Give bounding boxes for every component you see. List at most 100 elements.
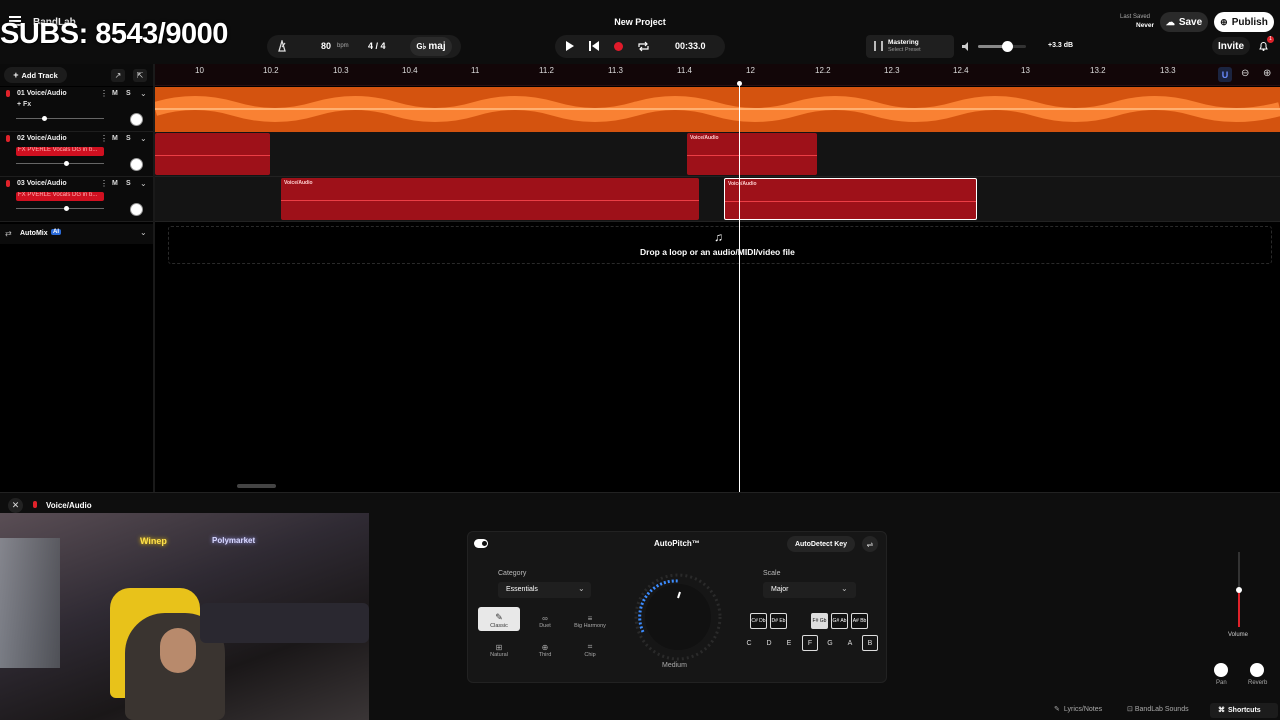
snap-grid-icon[interactable]: ⇱ bbox=[133, 69, 147, 82]
project-title[interactable]: New Project bbox=[600, 17, 680, 27]
track-lane-2[interactable]: Voice/Audio bbox=[155, 132, 1280, 177]
key-c-sharp[interactable]: C# Db bbox=[750, 613, 767, 629]
track-volume-slider[interactable] bbox=[16, 163, 104, 164]
style-duet[interactable]: ∞ Duet bbox=[524, 607, 566, 631]
loop-icon[interactable] bbox=[638, 41, 649, 52]
solo-button[interactable]: S bbox=[126, 135, 131, 142]
playhead[interactable] bbox=[739, 82, 740, 492]
track-volume-handle[interactable] bbox=[42, 116, 47, 121]
autodetect-key-button[interactable]: AutoDetect Key bbox=[787, 536, 855, 552]
track-volume-slider[interactable] bbox=[16, 118, 104, 119]
category-select[interactable]: Essentials ⌄ bbox=[498, 582, 591, 598]
reverb-label: Reverb bbox=[1248, 680, 1268, 686]
mute-button[interactable]: M bbox=[112, 90, 118, 97]
track-name[interactable]: 02 Voice/Audio bbox=[17, 135, 67, 142]
pan-knob[interactable] bbox=[130, 158, 143, 171]
track-volume-slider[interactable] bbox=[16, 208, 104, 209]
mastering-button[interactable]: Mastering Select Preset bbox=[866, 35, 954, 58]
key-f[interactable]: F bbox=[802, 635, 818, 651]
lyrics-notes-button[interactable]: ✎ Lyrics/Notes bbox=[1054, 705, 1102, 713]
ruler-tick: 12.2 bbox=[815, 66, 831, 75]
track-name[interactable]: 03 Voice/Audio bbox=[17, 180, 67, 187]
drop-zone[interactable]: ♫ Drop a loop or an audio/MIDI/video fil… bbox=[168, 226, 1272, 264]
solo-button[interactable]: S bbox=[126, 180, 131, 187]
key-c[interactable]: C bbox=[741, 635, 757, 651]
key-b[interactable]: B bbox=[862, 635, 878, 651]
metronome-icon[interactable] bbox=[277, 40, 287, 52]
volume-fader-handle[interactable] bbox=[1236, 587, 1242, 593]
bandlab-sounds-button[interactable]: ⊡ BandLab Sounds bbox=[1127, 705, 1189, 713]
style-natural[interactable]: ⊞ Natural bbox=[478, 636, 520, 660]
tempo-group: 80 bpm 4 / 4 G♭ maj bbox=[267, 35, 461, 58]
selected-audio-clip[interactable]: Voice/Audio bbox=[724, 178, 977, 220]
audio-clip[interactable]: Voice/Audio bbox=[281, 178, 699, 220]
automation-icon[interactable]: ↗ bbox=[111, 69, 125, 82]
audio-clip[interactable] bbox=[155, 133, 270, 175]
solo-button[interactable]: S bbox=[126, 90, 131, 97]
key-g[interactable]: G bbox=[822, 635, 838, 651]
preset-tag[interactable]: FX PVERLE Vocals DG in b... bbox=[16, 192, 104, 201]
style-big-harmony[interactable]: ≡ Big Harmony bbox=[569, 607, 611, 631]
key-d[interactable]: D bbox=[761, 635, 777, 651]
mute-button[interactable]: M bbox=[112, 135, 118, 142]
master-volume-handle[interactable] bbox=[1001, 41, 1013, 52]
preset-tag[interactable]: FX PVERLE Vocals DG in b... bbox=[16, 147, 104, 156]
chevron-down-icon[interactable]: ⌄ bbox=[140, 134, 147, 143]
more-icon[interactable]: ⋮ bbox=[100, 134, 108, 143]
more-icon[interactable]: ⋮ bbox=[100, 89, 108, 98]
chevron-down-icon[interactable]: ⌄ bbox=[140, 89, 147, 98]
pan-knob[interactable] bbox=[1214, 663, 1228, 677]
reverb-knob[interactable] bbox=[1250, 663, 1264, 677]
publish-button[interactable]: ⊕ Publish bbox=[1214, 12, 1274, 32]
playhead-handle[interactable] bbox=[737, 81, 742, 86]
fx-button[interactable]: + Fx bbox=[17, 101, 31, 108]
track-volume-handle[interactable] bbox=[64, 206, 69, 211]
key-a-sharp[interactable]: A# Bb bbox=[851, 613, 868, 629]
close-icon[interactable]: ✕ bbox=[8, 498, 23, 513]
key-a[interactable]: A bbox=[842, 635, 858, 651]
timeline-ruler[interactable]: 10 10.2 10.3 10.4 11 11.2 11.3 11.4 12 1… bbox=[155, 64, 1280, 86]
zoom-in-icon[interactable]: ⊕ bbox=[1263, 68, 1271, 79]
style-chip[interactable]: ⌗ Chip bbox=[569, 636, 611, 660]
audio-clip[interactable]: Voice/Audio bbox=[687, 133, 817, 175]
track-header-2[interactable]: 02 Voice/Audio ⋮ M S ⌄ FX PVERLE Vocals … bbox=[0, 132, 153, 177]
track-name[interactable]: 01 Voice/Audio bbox=[17, 90, 67, 97]
key-g-sharp[interactable]: G# Ab bbox=[831, 613, 848, 629]
magnet-icon[interactable]: U bbox=[1218, 67, 1232, 82]
pan-knob[interactable] bbox=[130, 203, 143, 216]
last-saved-label: Last Saved bbox=[1120, 14, 1151, 20]
shortcuts-button[interactable]: ⌘ Shortcuts bbox=[1210, 703, 1278, 718]
play-icon[interactable] bbox=[565, 40, 575, 52]
skip-back-icon[interactable] bbox=[589, 41, 599, 51]
track-header-3[interactable]: 03 Voice/Audio ⋮ M S ⌄ FX PVERLE Vocals … bbox=[0, 177, 153, 222]
add-track-button[interactable]: + Add Track bbox=[4, 67, 67, 83]
bpm-value[interactable]: 80 bbox=[321, 41, 331, 51]
more-icon[interactable]: ⋮ bbox=[100, 179, 108, 188]
track-lane-3[interactable]: Voice/Audio Voice/Audio bbox=[155, 177, 1280, 222]
pan-knob[interactable] bbox=[130, 113, 143, 126]
strength-knob[interactable] bbox=[633, 572, 723, 662]
key-d-sharp[interactable]: D# Eb bbox=[770, 613, 787, 629]
automix-row[interactable]: ⇄ AutoMix AI ⌄ bbox=[0, 224, 153, 244]
track-header-1[interactable]: 01 Voice/Audio ⋮ M S ⌄ + Fx bbox=[0, 87, 153, 132]
speaker-icon[interactable] bbox=[962, 42, 972, 51]
bell-icon[interactable] bbox=[1259, 41, 1268, 51]
track-volume-handle[interactable] bbox=[64, 161, 69, 166]
mute-button[interactable]: M bbox=[112, 180, 118, 187]
key-e[interactable]: E bbox=[781, 635, 797, 651]
chevron-down-icon[interactable]: ⌄ bbox=[140, 179, 147, 188]
record-button[interactable] bbox=[614, 42, 623, 51]
chevron-down-icon[interactable]: ⌄ bbox=[140, 228, 147, 237]
scale-select[interactable]: Major ⌄ bbox=[763, 582, 856, 598]
key-button[interactable]: G♭ maj bbox=[410, 37, 452, 56]
key-f-sharp[interactable]: F# Gb bbox=[811, 613, 828, 629]
track-lane-1[interactable] bbox=[155, 87, 1280, 132]
time-signature[interactable]: 4 / 4 bbox=[368, 41, 386, 51]
style-third[interactable]: ⊕ Third bbox=[524, 636, 566, 660]
invite-button[interactable]: Invite bbox=[1212, 37, 1250, 55]
style-classic[interactable]: ✎ Classic bbox=[478, 607, 520, 631]
settings-sliders-icon[interactable]: ⇌ bbox=[862, 536, 878, 552]
zoom-out-icon[interactable]: ⊖ bbox=[1241, 68, 1249, 79]
save-button[interactable]: ☁ Save bbox=[1160, 12, 1208, 32]
horizontal-scrollbar[interactable] bbox=[237, 484, 276, 488]
